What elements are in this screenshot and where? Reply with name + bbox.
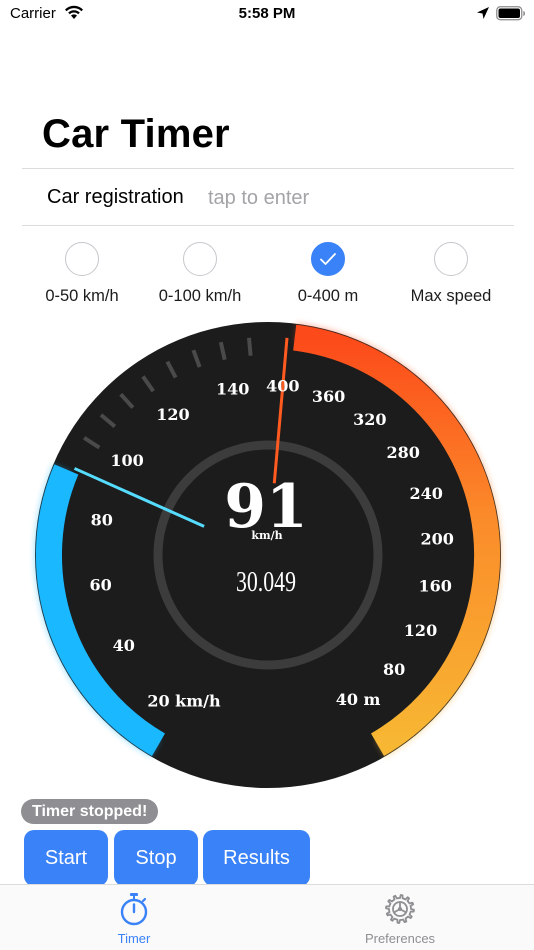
registration-input[interactable] <box>208 184 498 212</box>
results-button[interactable]: Results <box>203 830 310 886</box>
mode-label: Max speed <box>410 287 492 305</box>
divider <box>22 225 514 226</box>
distance-tick-label: 40 m <box>336 690 381 709</box>
battery-icon <box>496 6 526 25</box>
tab-label: Preferences <box>364 931 436 946</box>
clock-label: 5:58 PM <box>238 5 296 22</box>
status-bar: Carrier 5:58 PM <box>0 0 534 30</box>
speed-unit-label: km/h <box>251 529 282 542</box>
speed-tick-label: 20 km/h <box>147 692 221 711</box>
speed-tick-label: 140 <box>216 380 249 399</box>
radio-button[interactable] <box>65 242 99 276</box>
speedometer-gauge: 20 km/h 40 60 80 100 120 140 40 m 80 120 160 200 24… <box>28 315 508 795</box>
mode-label: 0-400 m <box>297 287 359 305</box>
distance-tick-label: 160 <box>418 577 451 596</box>
radio-button-checked[interactable] <box>311 242 345 276</box>
distance-tick-label: 360 <box>312 387 345 406</box>
distance-tick-label: 400 <box>266 377 299 396</box>
timer-status-badge: Timer stopped! <box>21 799 159 824</box>
tab-timer[interactable]: Timer <box>74 891 194 946</box>
gauge-svg: 20 km/h406080100120140 40 m8012016020024… <box>34 322 502 788</box>
speed-tick-label: 100 <box>110 451 143 470</box>
stopwatch-icon <box>74 891 194 927</box>
distance-tick-label: 280 <box>386 443 419 462</box>
stop-button[interactable]: Stop <box>114 830 198 886</box>
mode-option-0-100[interactable]: 0-100 km/h <box>130 242 270 306</box>
page-title: Car Timer <box>42 112 230 156</box>
tab-label: Timer <box>117 931 151 946</box>
distance-tick-label: 120 <box>404 621 437 640</box>
mode-label: 0-100 km/h <box>158 287 242 305</box>
speed-tick-label: 40 <box>113 636 135 655</box>
divider <box>22 168 514 169</box>
registration-label: Car registration <box>47 186 184 208</box>
elapsed-time-readout: 30.049 <box>236 568 296 598</box>
speed-tick-label: 80 <box>91 511 113 530</box>
checkmark-icon <box>320 253 336 265</box>
location-arrow-icon <box>476 6 490 24</box>
tab-bar: Timer Preferences <box>0 884 534 950</box>
speed-tick-label: 60 <box>89 576 111 595</box>
mode-option-0-400m[interactable]: 0-400 m <box>258 242 398 306</box>
tab-preferences[interactable]: Preferences <box>340 891 460 946</box>
distance-tick-label: 320 <box>353 410 386 429</box>
radio-button[interactable] <box>434 242 468 276</box>
radio-button[interactable] <box>183 242 217 276</box>
distance-tick-label: 200 <box>420 530 453 549</box>
distance-tick-label: 80 <box>383 660 405 679</box>
speed-tick-label: 120 <box>156 405 189 424</box>
gear-icon <box>340 891 460 927</box>
start-button[interactable]: Start <box>24 830 108 886</box>
mode-option-max-speed[interactable]: Max speed <box>381 242 521 306</box>
tick-mark <box>247 337 253 356</box>
distance-tick-label: 240 <box>409 484 442 503</box>
